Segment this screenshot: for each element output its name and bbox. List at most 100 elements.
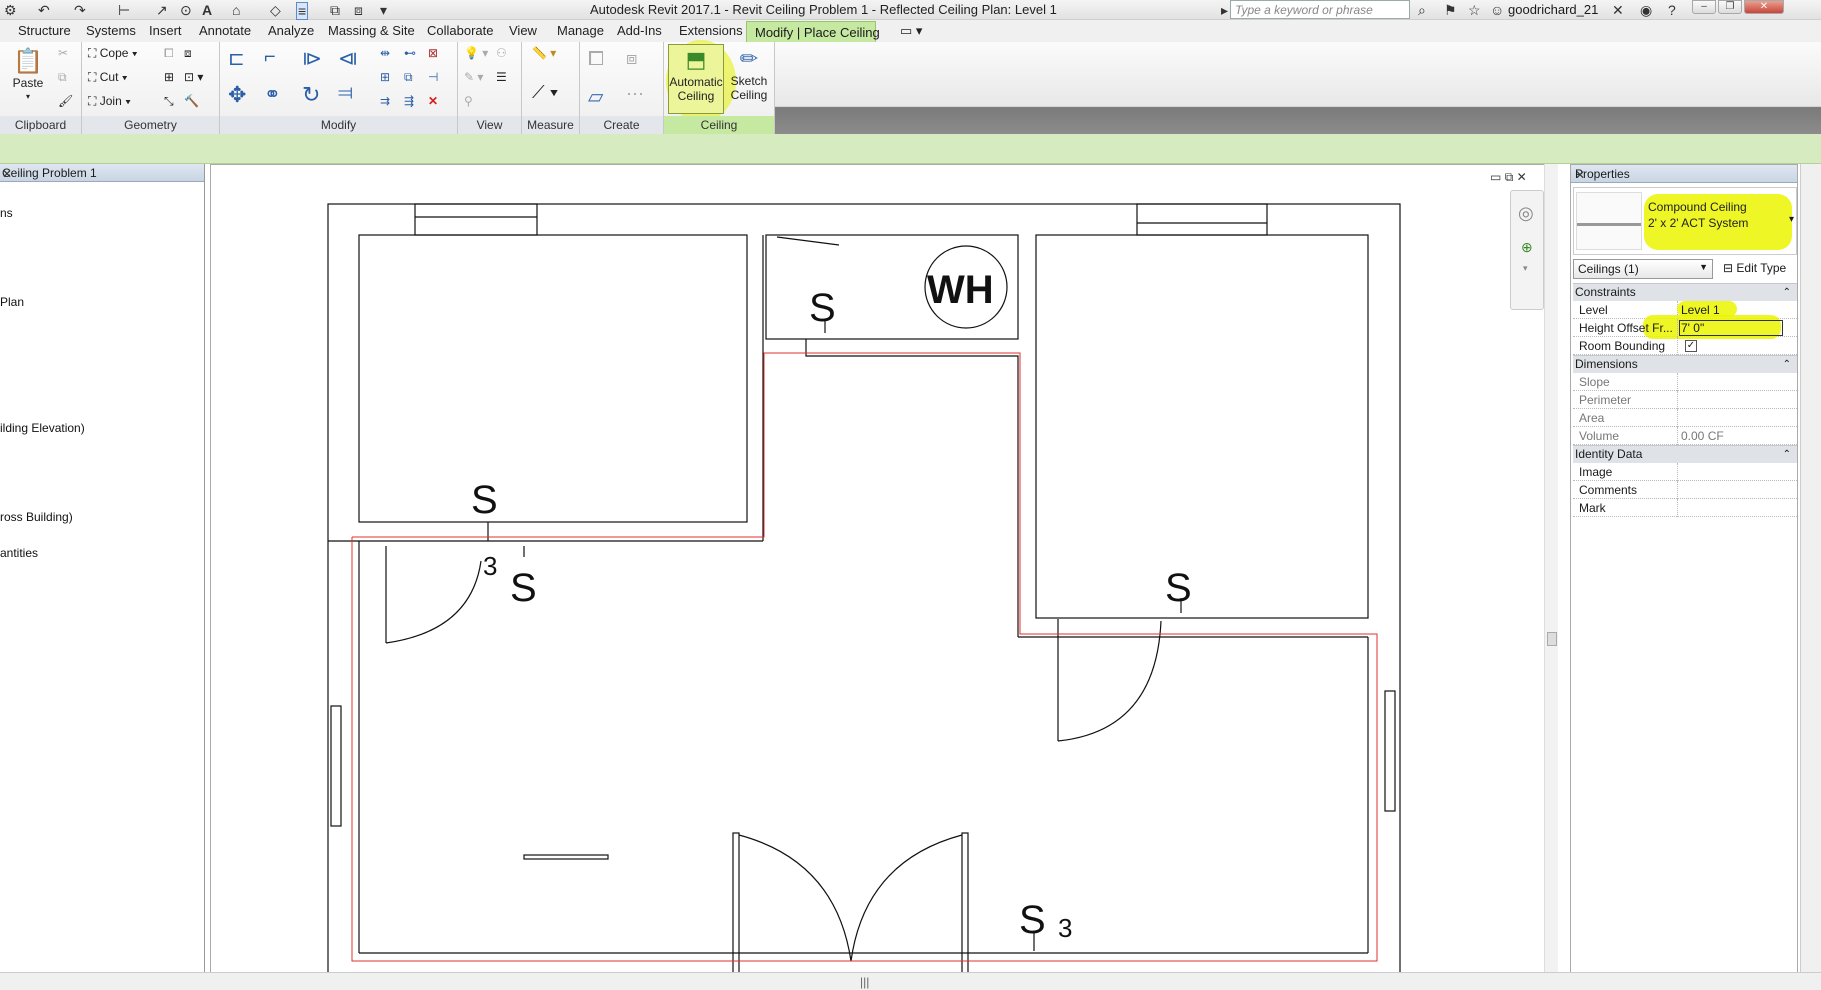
measure-qat-icon[interactable]: ⊢: [118, 2, 130, 18]
user-name[interactable]: goodrichard_21: [1508, 2, 1598, 17]
browser-item[interactable]: antities: [0, 546, 38, 560]
tab-manage[interactable]: Manage: [557, 23, 604, 38]
close-window-button[interactable]: ✕: [1744, 0, 1784, 14]
linework-icon[interactable]: ✎ ▾: [464, 70, 483, 84]
measure-icon[interactable]: 📏 ▾: [532, 46, 556, 60]
offset-icon[interactable]: ⌐: [264, 46, 276, 69]
cut-clip-icon[interactable]: ✂: [58, 46, 68, 60]
trim-icon[interactable]: ⫤: [338, 82, 353, 105]
trim-single-icon[interactable]: ⇉: [380, 94, 390, 108]
create-group-icon[interactable]: ⧈: [626, 48, 637, 69]
split-element-icon[interactable]: ⇹: [380, 46, 390, 60]
view-hide-icon[interactable]: ⚇: [496, 46, 507, 60]
group-identity-data[interactable]: Identity Data ⌃: [1573, 445, 1797, 463]
scroll-grip-icon[interactable]: |||: [860, 975, 869, 989]
browser-item[interactable]: ilding Elevation): [0, 421, 85, 435]
copy-icon[interactable]: ⧉: [58, 70, 67, 85]
zoom-region-icon[interactable]: ⊕: [1521, 239, 1533, 256]
exchange-icon[interactable]: ✕: [1612, 2, 1624, 18]
mirror-axis-icon[interactable]: ⧐: [302, 46, 322, 71]
3d-view-qat-icon[interactable]: ⌂: [232, 2, 240, 18]
right-scroll-strip[interactable]: [1800, 164, 1821, 972]
drawing-canvas[interactable]: WH S S S S S 3 3: [210, 164, 1553, 975]
match-properties-icon[interactable]: 🖌: [58, 94, 73, 108]
tab-modify-place-ceiling[interactable]: Modify | Place Ceiling: [746, 21, 880, 43]
favorites-star-icon[interactable]: ☆: [1468, 2, 1481, 18]
section-qat-icon[interactable]: ◇: [270, 2, 281, 18]
view-lines-icon[interactable]: ☰: [496, 70, 507, 84]
vertical-scroll-thumb[interactable]: [1547, 632, 1557, 646]
close-browser-icon[interactable]: ✕: [2, 166, 200, 183]
tag-qat-icon[interactable]: ⊙: [180, 2, 192, 18]
tab-collaborate[interactable]: Collaborate: [427, 23, 494, 38]
scale-icon[interactable]: ⧉: [404, 70, 413, 85]
view-filter-icon[interactable]: ⚲: [464, 94, 473, 108]
hammer-icon[interactable]: 🔨: [184, 94, 199, 108]
tab-massing-site[interactable]: Massing & Site: [328, 23, 415, 38]
unpin-icon[interactable]: ⊠: [428, 46, 438, 60]
override-graphics-icon[interactable]: 💡 ▾: [464, 46, 488, 60]
nav-menu-icon[interactable]: ▾: [1523, 263, 1528, 274]
switch-windows-icon[interactable]: ⧈: [354, 2, 363, 18]
instance-filter-select[interactable]: Ceilings (1) ▼: [1573, 259, 1713, 279]
height-offset-input[interactable]: [1679, 320, 1783, 336]
tab-annotate[interactable]: Annotate: [199, 23, 251, 38]
group-constraints[interactable]: Constraints ⌃: [1573, 283, 1797, 301]
view-minimize-icon[interactable]: ▭: [1490, 170, 1501, 184]
align-icon[interactable]: ⊏: [228, 46, 245, 71]
a360-icon[interactable]: ◉: [1640, 2, 1652, 18]
tab-structure[interactable]: Structure: [18, 23, 71, 38]
tab-systems[interactable]: Systems: [86, 23, 136, 38]
automatic-ceiling-button[interactable]: ⬒ Automatic Ceiling: [668, 44, 724, 114]
edit-type-button[interactable]: ⊟ Edit Type: [1719, 259, 1797, 279]
prop-row-comments[interactable]: Comments: [1573, 481, 1797, 499]
qat-dropdown-icon[interactable]: ▾: [380, 2, 387, 18]
minimize-button[interactable]: –: [1692, 0, 1716, 14]
group-dimensions[interactable]: Dimensions ⌃: [1573, 355, 1797, 373]
browser-item[interactable]: Plan: [0, 295, 24, 309]
user-icon[interactable]: ☺: [1490, 2, 1504, 18]
view-restore-icon[interactable]: ⧉: [1505, 170, 1514, 184]
prop-row-room-bounding[interactable]: Room Bounding ✓: [1573, 337, 1797, 355]
tab-add-ins[interactable]: Add-Ins: [617, 23, 662, 38]
room-bounding-checkbox[interactable]: ✓: [1685, 340, 1697, 352]
join-button[interactable]: ⛶ Join ▾: [88, 94, 131, 109]
tab-extensions[interactable]: Extensions: [679, 23, 743, 38]
search-expand-icon[interactable]: ▸: [1221, 2, 1228, 18]
mirror-draw-icon[interactable]: ⧏: [338, 46, 358, 71]
tab-view[interactable]: View: [509, 23, 537, 38]
tab-analyze[interactable]: Analyze: [268, 23, 314, 38]
create-parts-icon[interactable]: ▱: [588, 84, 603, 109]
create-similar-icon[interactable]: ⧠: [588, 48, 604, 71]
help-icon[interactable]: ?: [1668, 2, 1676, 18]
ribbon-minimize-icon[interactable]: ▭ ▾: [900, 23, 922, 39]
app-menu-icon[interactable]: ⚙: [4, 2, 17, 18]
type-dropdown-icon[interactable]: ▾: [1789, 214, 1794, 225]
cut-geometry-button[interactable]: ⛶ Cut ▾: [88, 70, 128, 85]
array-icon[interactable]: ⊞: [380, 70, 390, 84]
type-selector[interactable]: Compound Ceiling 2' x 2' ACT System ▾: [1573, 187, 1797, 255]
tab-insert[interactable]: Insert: [149, 23, 182, 38]
cope-button[interactable]: ⛶ Cope ▾: [88, 46, 138, 61]
prop-row-height-offset[interactable]: Height Offset Fr... 7' 0": [1573, 315, 1797, 339]
horizontal-scrollbar[interactable]: |||: [0, 972, 1821, 990]
view-window-controls[interactable]: ▭ ⧉ ✕: [1490, 170, 1527, 185]
prop-row-image[interactable]: Image: [1573, 463, 1797, 481]
vertical-scrollbar[interactable]: [1544, 164, 1558, 972]
help-search-input[interactable]: Type a keyword or phrase: [1230, 0, 1410, 19]
prop-row-mark[interactable]: Mark: [1573, 499, 1797, 517]
redo-icon[interactable]: ↷: [74, 2, 86, 18]
wall-joins-icon[interactable]: ⧠: [164, 46, 174, 61]
paste-button[interactable]: 📋 Paste ▾: [8, 48, 48, 104]
dimension-qat-icon[interactable]: ↗: [156, 2, 168, 18]
paint-icon[interactable]: ⊡ ▾: [184, 70, 203, 84]
beam-join-icon[interactable]: ⊞: [164, 70, 174, 84]
dimension-icon[interactable]: ⟋ ▾: [532, 82, 558, 103]
move-icon[interactable]: ✥: [228, 82, 246, 108]
demolish-icon[interactable]: ⤡: [164, 94, 174, 109]
sketch-ceiling-button[interactable]: ✏ Sketch Ceiling: [726, 44, 772, 114]
trim-multiple-icon[interactable]: ⇶: [404, 94, 414, 108]
browser-item[interactable]: ns: [0, 206, 13, 220]
thin-lines-icon[interactable]: ≡: [296, 2, 309, 20]
create-assembly-icon[interactable]: ⋯: [626, 84, 644, 105]
